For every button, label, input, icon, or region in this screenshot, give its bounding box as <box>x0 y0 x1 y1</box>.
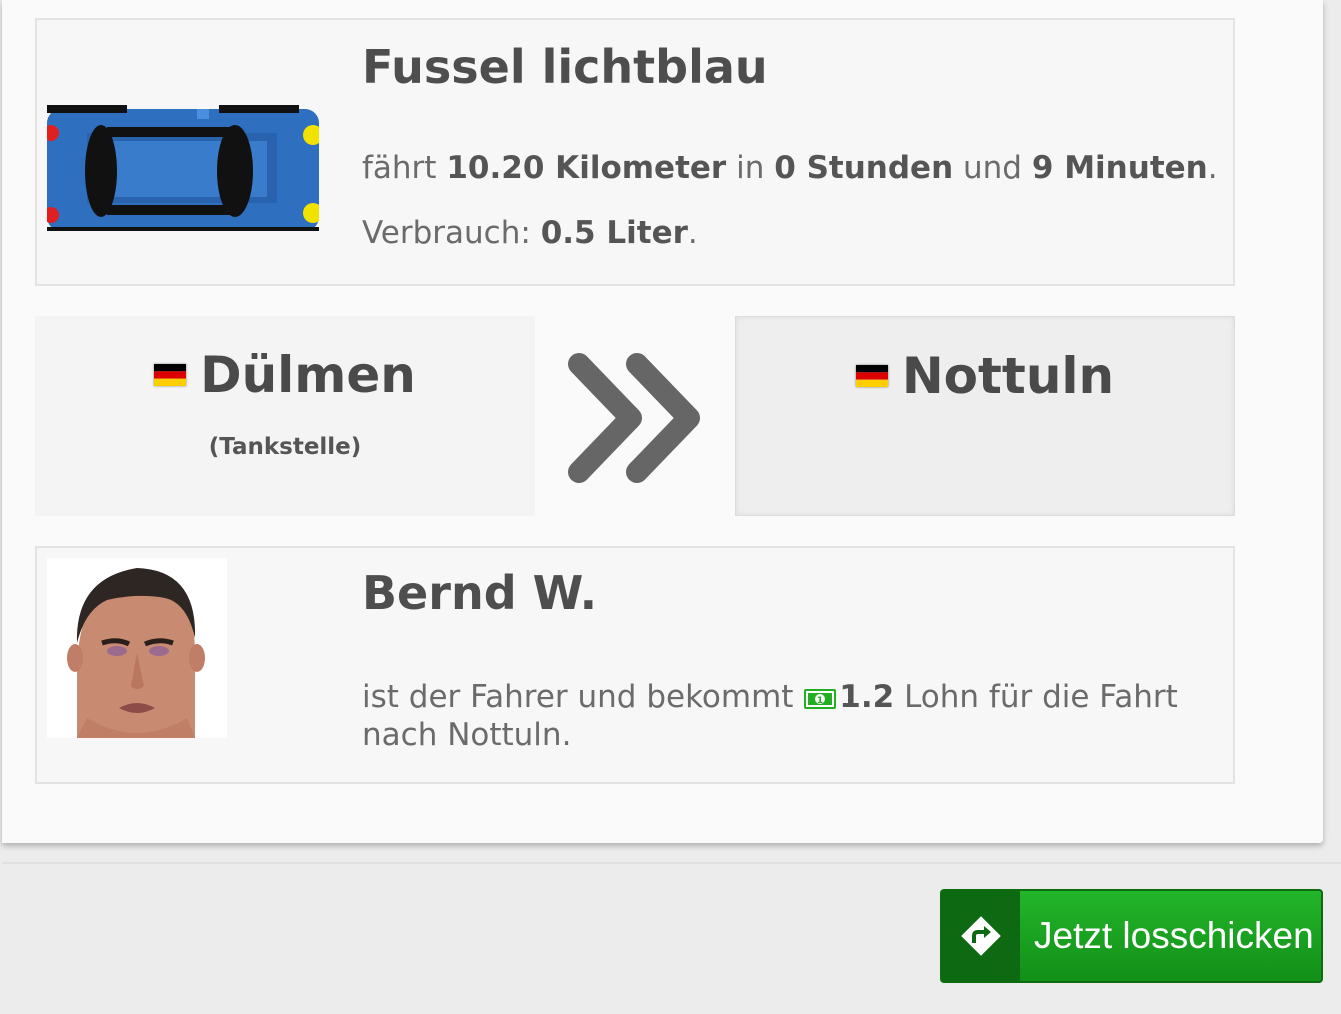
dispatch-panel: Fussel lichtblau fährt 10.20 Kilometer i… <box>2 0 1323 843</box>
consumption-value: 0.5 Liter <box>540 215 688 251</box>
trip-minutes: 9 Minuten <box>1031 150 1208 186</box>
money-icon: 1 <box>803 684 837 718</box>
trip-text-end: . <box>1207 150 1218 186</box>
consumption-end: . <box>687 215 698 251</box>
wage-text-prefix: ist der Fahrer und bekommt <box>362 679 794 715</box>
trip-distance: 10.20 Kilometer <box>446 150 727 186</box>
route-destination[interactable]: Nottuln <box>735 316 1235 516</box>
send-now-label: Jetzt losschicken <box>1034 915 1314 956</box>
consumption-label: Verbrauch: <box>362 215 531 251</box>
driver-wage-info: ist der Fahrer und bekommt 1 1.2 Lohn fü… <box>362 680 1222 752</box>
send-now-button[interactable]: Jetzt losschicken <box>940 889 1323 983</box>
trip-text-and: und <box>963 150 1022 186</box>
trip-hours: 0 Stunden <box>774 150 954 186</box>
vehicle-name: Fussel lichtblau <box>362 40 768 94</box>
vehicle-card: Fussel lichtblau fährt 10.20 Kilometer i… <box>35 18 1235 286</box>
destination-name: Nottuln <box>901 347 1115 405</box>
svg-text:1: 1 <box>817 696 823 706</box>
de-flag-icon <box>154 364 187 386</box>
double-chevron-right-icon <box>565 346 705 491</box>
driver-name: Bernd W. <box>362 566 598 620</box>
trip-text-prefix: fährt <box>362 150 437 186</box>
trip-text-in: in <box>736 150 765 186</box>
driver-card: Bernd W. ist der Fahrer und bekommt 1 1.… <box>35 546 1235 784</box>
vehicle-consumption: Verbrauch: 0.5 Liter. <box>362 216 698 250</box>
de-flag-icon <box>855 365 888 387</box>
route-origin: Dülmen (Tankstelle) <box>35 316 535 516</box>
route-sign-icon <box>942 891 1020 981</box>
driver-avatar <box>47 558 227 738</box>
car-icon <box>43 105 323 231</box>
wage-value: 1.2 <box>839 679 895 715</box>
origin-name: Dülmen <box>200 346 416 404</box>
vehicle-trip-info: fährt 10.20 Kilometer in 0 Stunden und 9… <box>362 151 1218 185</box>
origin-sub: (Tankstelle) <box>208 434 362 460</box>
